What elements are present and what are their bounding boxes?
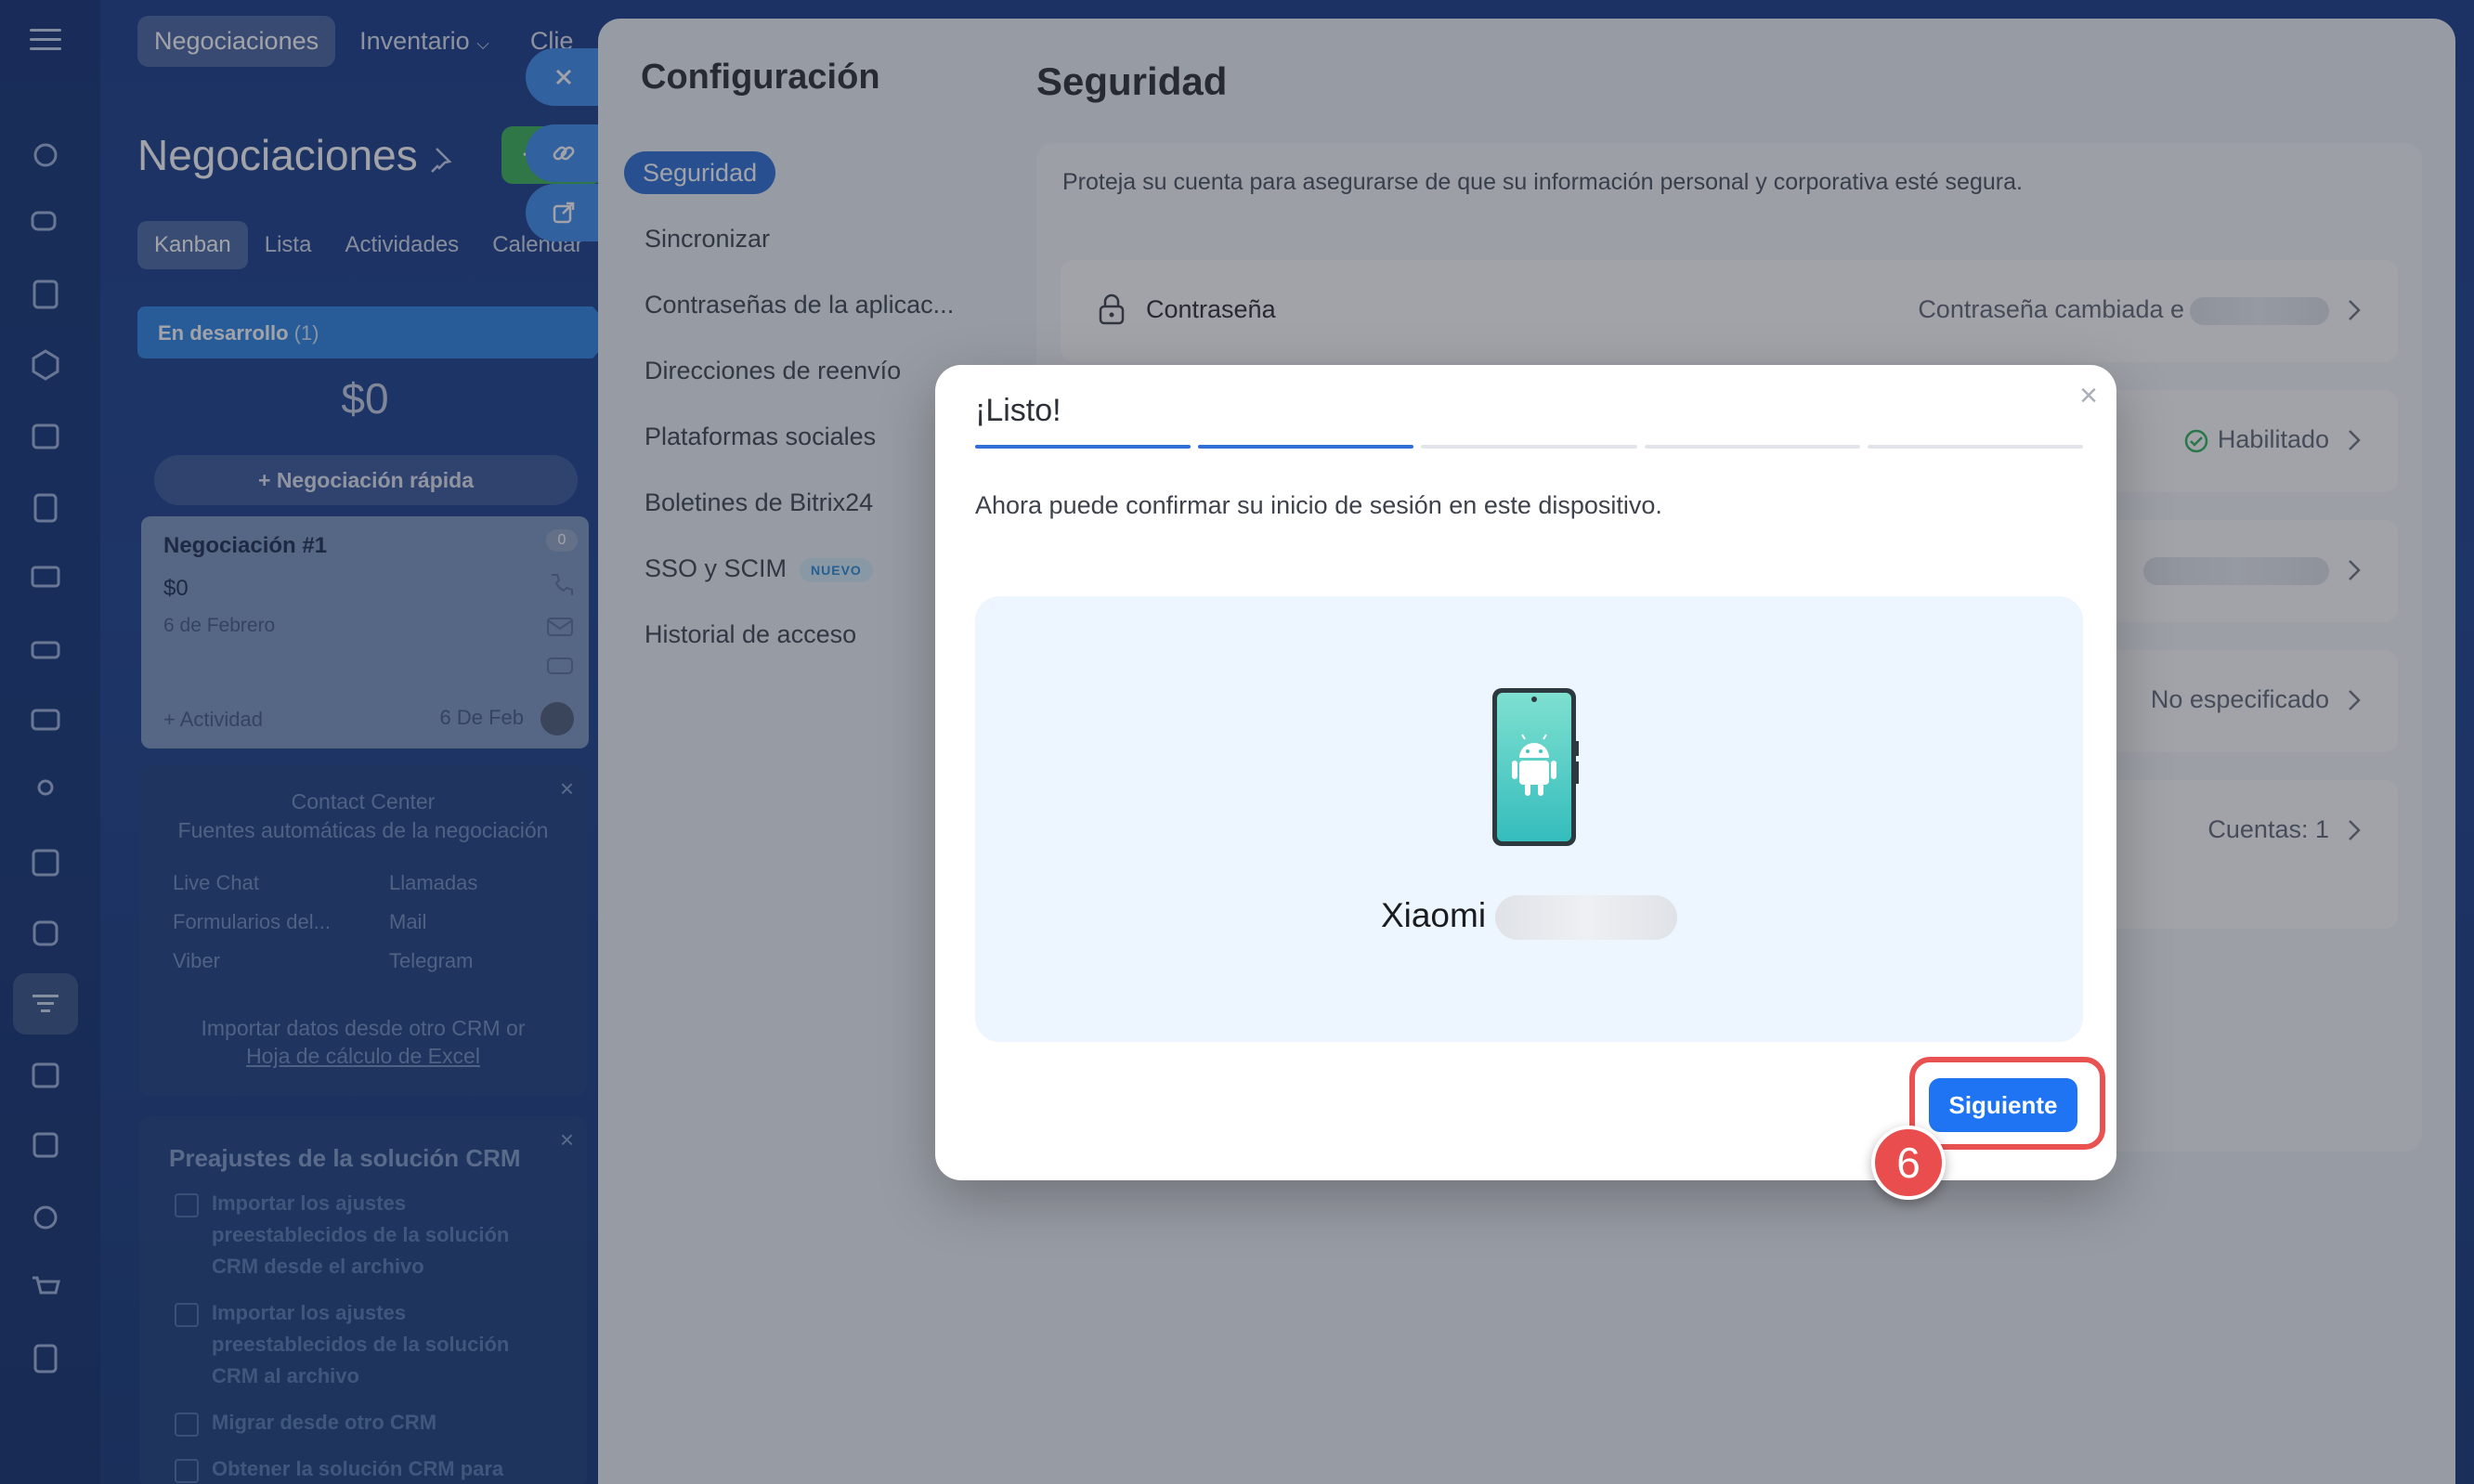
dialog-title: ¡Listo!: [975, 393, 1061, 428]
step-number-badge: 6: [1871, 1126, 1946, 1200]
close-icon[interactable]: ×: [2079, 378, 2098, 414]
step-indicator: [1867, 445, 2084, 449]
success-dialog: ¡Listo! × Ahora puede confirmar su inici…: [935, 365, 2116, 1180]
blurred-device-model: [1495, 895, 1678, 940]
step-indicator: [975, 445, 1191, 449]
device-name: Xiaomi: [975, 895, 2083, 940]
step-progress: [975, 445, 2084, 449]
next-button[interactable]: Siguiente: [1929, 1078, 2077, 1132]
step-indicator: [1421, 445, 1637, 449]
android-phone-icon: [1492, 688, 1579, 846]
step-indicator: [1198, 445, 1414, 449]
step-indicator: [1644, 445, 1860, 449]
device-panel: Xiaomi: [975, 596, 2083, 1042]
device-brand: Xiaomi: [1380, 895, 1487, 934]
dialog-message: Ahora puede confirmar su inicio de sesió…: [975, 491, 1662, 519]
